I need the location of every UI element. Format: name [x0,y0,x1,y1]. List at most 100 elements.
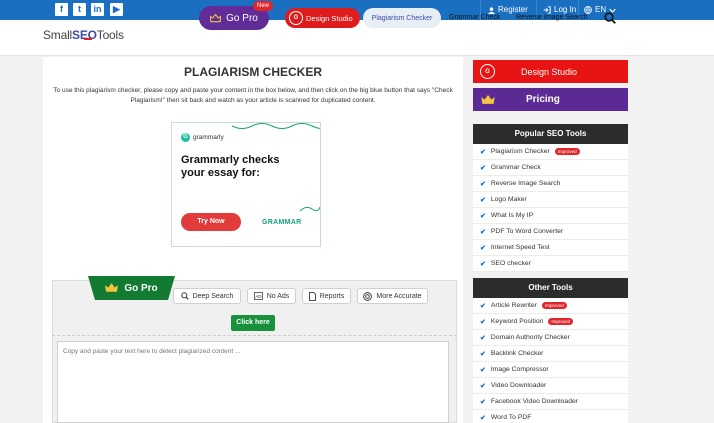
check-icon: ✔ [480,228,486,236]
popular-item[interactable]: ✔ PDF To Word Converter [473,224,628,240]
search-icon [180,292,189,300]
other-item[interactable]: ✔ Domain Authority Checker [473,330,628,346]
other-tools-panel: Other Tools ✔ Article Rewriter Improved ✔ Ke… [473,278,628,423]
popular-item-label: PDF To Word Converter [490,228,564,235]
popular-item-label: SEO checker [490,260,531,267]
facebook-icon[interactable]: f [55,3,68,16]
sidebar-pricing-button[interactable]: Pricing [473,88,628,111]
other-tools-title: Other Tools [473,278,628,298]
grammarly-g-icon: G [181,133,190,142]
popular-item[interactable]: ✔ Internet Speed Test [473,240,628,256]
other-item-label: Domain Authority Checker [490,334,570,341]
popular-item[interactable]: ✔ What Is My IP [473,208,628,224]
other-item-label: Image Compressor [490,366,549,373]
user-icon [488,6,495,14]
globe-icon [584,6,592,14]
popular-tools-title: Popular SEO Tools [473,124,628,144]
improved-badge: Improved [541,302,567,309]
sidebar-design-studio-button[interactable]: G Design Studio [473,60,628,83]
check-icon: ✔ [480,244,486,252]
check-icon: ✔ [480,366,486,374]
popular-item-label: Plagiarism Checker [490,148,550,155]
popular-item-label: Logo Maker [490,196,527,203]
other-item-label: Keyword Position [490,318,544,325]
linkedin-icon[interactable]: in [91,3,104,16]
check-icon: ✔ [480,414,486,422]
check-icon: ✔ [480,164,486,172]
ad-grammar-word: GRAMMAR [262,219,302,226]
twitter-icon[interactable]: t [73,3,86,16]
crown-icon [210,13,222,22]
check-icon: ✔ [480,302,486,310]
improved-badge: Improved [548,318,574,325]
go-pro-ribbon[interactable]: Go Pro [88,276,175,300]
other-item[interactable]: ✔ Word To PDF [473,410,628,423]
wave-decoration [232,123,320,129]
popular-item[interactable]: ✔ Grammar Check [473,160,628,176]
grammarly-ad[interactable]: G grammarly Grammarly checks your essay … [171,122,321,247]
grammarly-logo: G grammarly [181,133,224,142]
popular-item-label: Internet Speed Test [490,244,550,251]
youtube-icon[interactable]: ▶ [110,3,123,16]
other-item-label: Article Rewriter [490,302,537,309]
nav-grammar-check[interactable]: Grammar Check [449,14,500,21]
improved-badge: Improved [554,148,580,155]
ad-block-icon: AD [253,292,263,300]
design-studio-logo-icon: G [480,64,495,79]
nav-plagiarism-checker[interactable]: Plagiarism Checker [363,8,441,28]
other-item-label: Facebook Video Downloader [490,398,579,405]
design-studio-button[interactable]: G Design Studio [285,8,360,28]
more-accurate-option[interactable]: More Accurate [357,288,428,304]
intro-text: To use this plagiarism checker, please c… [53,87,453,104]
design-studio-logo-icon: G [289,11,303,25]
deep-search-option[interactable]: Deep Search [173,288,241,304]
page-scrollbar[interactable] [705,56,714,423]
other-item-label: Backlink Checker [490,350,544,357]
check-icon: ✔ [480,398,486,406]
popular-item[interactable]: ✔ Plagiarism Checker Improved [473,144,628,160]
check-icon: ✔ [480,334,486,342]
other-item[interactable]: ✔ Facebook Video Downloader [473,394,628,410]
check-icon: ✔ [480,318,486,326]
popular-item[interactable]: ✔ Logo Maker [473,192,628,208]
crown-icon [481,94,495,104]
other-item[interactable]: ✔ Keyword Position Improved [473,314,628,330]
reports-option[interactable]: Reports [302,288,351,304]
check-icon: ✔ [480,350,486,358]
search-icon[interactable] [604,12,616,24]
document-icon [308,291,316,301]
svg-text:AD: AD [255,294,262,299]
other-item[interactable]: ✔ Article Rewriter Improved [473,298,628,314]
nav-reverse-image-search[interactable]: Reverse Image Search [516,14,588,21]
popular-item-label: Reverse Image Search [490,180,561,187]
target-icon [363,291,373,301]
ad-try-now-button[interactable]: Try Now [181,213,241,231]
popular-item[interactable]: ✔ Reverse Image Search [473,176,628,192]
popular-tools-panel: Popular SEO Tools ✔ Plagiarism Checker Imp… [473,124,628,272]
check-icon: ✔ [480,196,486,204]
other-item[interactable]: ✔ Image Compressor [473,362,628,378]
check-icon: ✔ [480,148,486,156]
underline-decoration [300,206,320,212]
site-logo[interactable]: Small SEO Tools [43,28,124,42]
popular-item[interactable]: ✔ SEO checker [473,256,628,272]
check-icon: ✔ [480,212,486,220]
other-item-label: Video Downloader [490,382,547,389]
check-icon: ✔ [480,260,486,268]
ad-headline: Grammarly checks your essay for: [181,154,280,179]
popular-item-label: What Is My IP [490,212,534,219]
content-input[interactable] [57,341,449,423]
check-icon: ✔ [480,180,486,188]
crown-icon [105,283,119,292]
page-title: PLAGIARISM CHECKER [183,65,322,79]
login-icon [543,6,551,14]
other-item[interactable]: ✔ Video Downloader [473,378,628,394]
site-header: Small SEO Tools [0,20,714,56]
other-item[interactable]: ✔ Backlink Checker [473,346,628,362]
no-ads-option[interactable]: AD No Ads [247,288,296,304]
click-here-button[interactable]: Click here [231,315,275,331]
other-item-label: Word To PDF [490,414,532,421]
new-badge: New [253,1,274,11]
popular-item-label: Grammar Check [490,164,541,171]
check-icon: ✔ [480,382,486,390]
